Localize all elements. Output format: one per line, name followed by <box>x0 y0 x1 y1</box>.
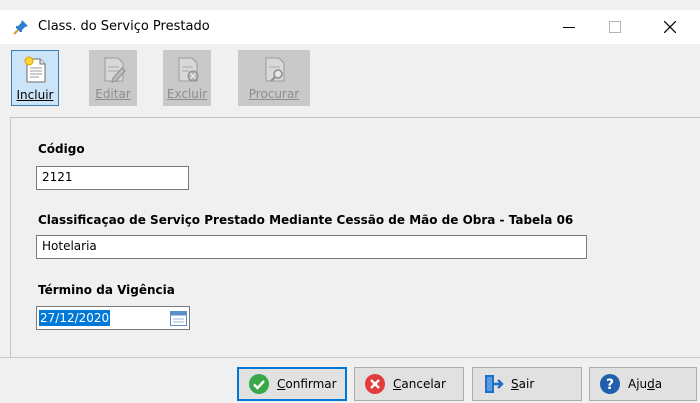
maximize-icon <box>609 21 621 33</box>
sair-label: Sair <box>511 377 535 391</box>
exit-icon <box>485 375 504 393</box>
cancelar-label: Cancelar <box>393 377 446 391</box>
procurar-label: Procurar <box>248 87 300 101</box>
ajuda-button[interactable]: ? Ajuda <box>589 367 697 401</box>
sair-button[interactable]: Sair <box>472 367 582 401</box>
termino-date-value: 27/12/2020 <box>39 310 111 326</box>
dialog-window: Class. do Serviço Prestado Incluir Edita… <box>0 0 700 403</box>
codigo-input[interactable]: 2121 <box>36 166 189 190</box>
window-title: Class. do Serviço Prestado <box>38 19 210 34</box>
window-top-edge <box>0 0 700 10</box>
maximize-button[interactable] <box>592 10 638 44</box>
search-document-icon <box>265 57 285 82</box>
incluir-button[interactable]: Incluir <box>11 50 59 106</box>
termino-label: Término da Vigência <box>38 283 175 297</box>
classificacao-label: Classificaçao de Serviço Prestado Median… <box>38 213 574 227</box>
editar-button[interactable]: Editar <box>89 50 137 106</box>
cancel-icon <box>365 374 385 394</box>
classificacao-input[interactable]: Hotelaria <box>36 235 587 259</box>
toolbar: Incluir Editar Excluir Procurar <box>0 44 700 112</box>
confirmar-label: Confirmar <box>277 377 337 391</box>
title-bar[interactable]: Class. do Serviço Prestado <box>0 10 700 44</box>
minimize-icon <box>563 27 575 28</box>
close-button[interactable] <box>647 10 693 44</box>
termino-date-picker[interactable]: 27/12/2020 <box>36 306 190 330</box>
pin-icon <box>13 20 28 35</box>
cancelar-button[interactable]: Cancelar <box>354 367 464 401</box>
edit-document-icon <box>104 57 126 83</box>
editar-label: Editar <box>95 87 131 101</box>
confirmar-button[interactable]: Confirmar <box>237 367 347 401</box>
delete-document-icon <box>178 57 199 82</box>
help-icon: ? <box>600 374 620 394</box>
codigo-label: Código <box>38 142 85 156</box>
procurar-button[interactable]: Procurar <box>238 50 310 106</box>
svg-text:?: ? <box>606 377 614 393</box>
check-icon <box>249 374 269 394</box>
close-icon <box>664 21 676 33</box>
incluir-label: Incluir <box>16 88 54 102</box>
ajuda-label: Ajuda <box>628 377 663 391</box>
new-document-icon <box>24 56 46 83</box>
minimize-button[interactable] <box>546 10 592 44</box>
excluir-label: Excluir <box>166 87 208 101</box>
calendar-icon[interactable] <box>170 311 187 326</box>
excluir-button[interactable]: Excluir <box>163 50 211 106</box>
